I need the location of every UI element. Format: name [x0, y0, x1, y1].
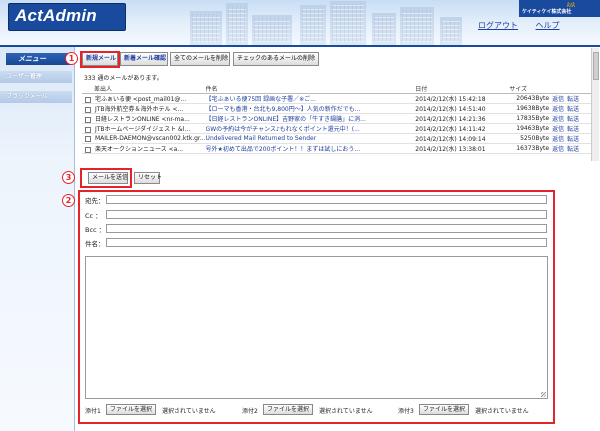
header: ActAdmin ログアウト ヘルプ ktk ケイティケイ株式会社	[0, 0, 600, 45]
forward-link[interactable]: 転送	[567, 116, 579, 123]
mail-actions: 返信 転送	[549, 123, 594, 134]
mail-list-panel: 333 通のメールがあります。 差出人 件名 日付 サイズ 宅ふぁいる便 <po…	[82, 70, 598, 160]
mail-from-text: JTB海外航空券＆海外ホテル <...	[95, 106, 184, 113]
reply-link[interactable]: 返信	[552, 116, 564, 123]
column-date: 日付	[415, 84, 494, 94]
sidebar-item-black-mail[interactable]: ブラックメール	[0, 91, 72, 103]
header-links: ログアウト ヘルプ	[478, 20, 575, 31]
mail-subject-link[interactable]: 【ローマも香港・台北も9,800円〜】人気の新作だでも...	[205, 103, 416, 114]
reply-link[interactable]: 返信	[552, 106, 564, 113]
mail-from-text: JTBホームページダイジェスト &l...	[95, 126, 191, 133]
delete-all-mail-button[interactable]: 全てのメールを削除	[170, 52, 230, 66]
mail-size: 16373Byte	[493, 143, 550, 154]
mail-from-text: 楽天オークションニュース <a...	[95, 146, 184, 153]
mail-row[interactable]: 楽天オークションニュース <a... 号外★初めて出品で200ポイント！！まずは試…	[82, 143, 594, 154]
mail-from: 宅ふぁいる便 <post_mail01@...	[82, 93, 206, 104]
mail-size: 20643Byte	[493, 93, 550, 104]
mail-date: 2014/2/12(水) 13:38:01	[415, 143, 494, 154]
mail-date: 2014/2/12(水) 14:21:36	[415, 113, 494, 124]
mail-date: 2014/2/12(水) 14:09:14	[415, 133, 494, 144]
callout-1: 1	[65, 52, 78, 65]
mail-select-checkbox[interactable]	[85, 96, 91, 103]
mail-from: 楽天オークションニュース <a...	[82, 143, 206, 154]
reply-link[interactable]: 返信	[552, 96, 564, 103]
mail-actions: 返信 転送	[549, 93, 594, 104]
callout-2-highlight	[78, 190, 555, 424]
callout-3-highlight	[80, 168, 132, 188]
mail-row[interactable]: 日経レストランONLINE <nr-ma... 【日経レストランONLINE】吉野…	[82, 113, 594, 124]
callout-3: 3	[62, 171, 75, 184]
mail-list-scrollbar[interactable]	[591, 48, 599, 161]
mail-select-checkbox[interactable]	[85, 146, 91, 153]
check-new-mail-button[interactable]: 新着メール確認	[120, 52, 168, 66]
mail-from-text: MAILER-DAEMON@vscan002.ktk.gr...	[95, 135, 206, 142]
mail-select-checkbox[interactable]	[85, 135, 91, 142]
mail-row[interactable]: JTBホームページダイジェスト &l... GWの予約は今がチャンス♪もれなくポイ…	[82, 123, 594, 134]
forward-link[interactable]: 転送	[567, 136, 579, 143]
mail-table-header: 差出人 件名 日付 サイズ	[82, 84, 594, 94]
sidebar-menu-title: メニュー	[6, 53, 72, 65]
header-divider	[0, 45, 600, 47]
reply-link[interactable]: 返信	[552, 146, 564, 153]
mail-actions: 返信 転送	[549, 113, 594, 124]
company-name: ケイティケイ株式会社	[522, 9, 572, 15]
scrollbar-thumb[interactable]	[593, 52, 599, 80]
mail-size: 17835Byte	[493, 113, 550, 124]
mail-date: 2014/2/12(水) 14:51:40	[415, 103, 494, 114]
callout-1-highlight	[80, 51, 120, 68]
mail-from: 日経レストランONLINE <nr-ma...	[82, 113, 206, 124]
mail-actions: 返信 転送	[549, 143, 594, 154]
reply-link[interactable]: 返信	[552, 126, 564, 133]
logo: ActAdmin	[8, 3, 126, 31]
callout-2: 2	[62, 194, 75, 207]
sidebar: メニュー ユーザー管理 ブラックメール	[0, 47, 75, 431]
column-from: 差出人	[82, 84, 206, 94]
mail-from-text: 日経レストランONLINE <nr-ma...	[95, 116, 190, 123]
logo-text: ActAdmin	[15, 6, 97, 25]
mail-subject-link[interactable]: Undelivered Mail Returned to Sender	[205, 133, 416, 144]
mail-actions: 返信 転送	[549, 133, 594, 144]
mail-select-checkbox[interactable]	[85, 106, 91, 113]
mail-from: JTBホームページダイジェスト &l...	[82, 123, 206, 134]
company-badge: ktk ケイティケイ株式会社	[519, 0, 600, 17]
mail-row[interactable]: 宅ふぁいる便 <post_mail01@... 【宅ふぁいる便75回 録画な子署／…	[82, 93, 594, 104]
mail-subject-link[interactable]: GWの予約は今がチャンス♪もれなくポイント還元中！(...	[205, 123, 416, 134]
column-subject: 件名	[205, 84, 416, 94]
mail-date: 2014/2/12(水) 15:42:18	[415, 93, 494, 104]
mail-select-checkbox[interactable]	[85, 126, 91, 133]
mail-from: JTB海外航空券＆海外ホテル <...	[82, 103, 206, 114]
mail-from-text: 宅ふぁいる便 <post_mail01@...	[95, 96, 187, 103]
mail-subject-link[interactable]: 【日経レストランONLINE】吉野家の「牛すき鍋膳」に消...	[205, 113, 416, 124]
mail-from: MAILER-DAEMON@vscan002.ktk.gr...	[82, 133, 206, 144]
mail-size: 19463Byte	[493, 123, 550, 134]
mail-select-checkbox[interactable]	[85, 116, 91, 123]
forward-link[interactable]: 転送	[567, 146, 579, 153]
help-link[interactable]: ヘルプ	[536, 21, 560, 30]
mail-subject-link[interactable]: 【宅ふぁいる便75回 録画な子署／※ご...	[205, 93, 416, 104]
delete-checked-mail-button[interactable]: チェックのあるメールの削除	[233, 52, 319, 66]
mail-date: 2014/2/12(水) 14:11:42	[415, 123, 494, 134]
mail-size: 5250Byte	[493, 133, 550, 144]
mail-actions: 返信 転送	[549, 103, 594, 114]
mail-count-text: 333 通のメールがあります。	[84, 75, 163, 82]
forward-link[interactable]: 転送	[567, 96, 579, 103]
forward-link[interactable]: 転送	[567, 106, 579, 113]
reply-link[interactable]: 返信	[552, 136, 564, 143]
column-size: サイズ	[493, 84, 550, 94]
forward-link[interactable]: 転送	[567, 126, 579, 133]
sidebar-item-user-management[interactable]: ユーザー管理	[0, 71, 72, 83]
mail-subject-link[interactable]: 号外★初めて出品で200ポイント！！まずは試しにおう...	[205, 143, 416, 154]
mail-row[interactable]: MAILER-DAEMON@vscan002.ktk.gr... Undelive…	[82, 133, 594, 144]
logout-link[interactable]: ログアウト	[478, 21, 518, 30]
column-actions	[549, 84, 594, 94]
reset-button[interactable]: リセット	[134, 172, 162, 184]
app-window: ActAdmin ログアウト ヘルプ ktk ケイティケイ株式会社 メニュー ユ…	[0, 0, 600, 431]
mail-size: 19638Byte	[493, 103, 550, 114]
mail-table: 差出人 件名 日付 サイズ 宅ふぁいる便 <post_mail01@... 【宅ふ…	[82, 84, 594, 154]
mail-row[interactable]: JTB海外航空券＆海外ホテル <... 【ローマも香港・台北も9,800円〜】人気…	[82, 103, 594, 114]
